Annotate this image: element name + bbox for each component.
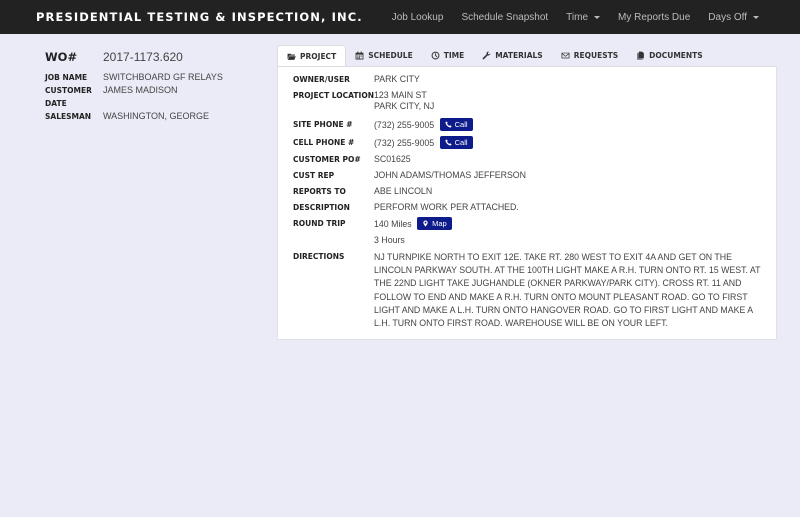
nav-time-label: Time	[566, 11, 589, 23]
calendar-icon	[355, 51, 364, 60]
nav-my-reports-due-label: My Reports Due	[618, 11, 691, 23]
reports-to-value: ABE LINCOLN	[374, 186, 433, 196]
cell-phone-value: (732) 255-9005	[374, 137, 435, 148]
site-phone-label: SITE PHONE #	[293, 120, 353, 129]
cust-rep-value: JOHN ADAMS/THOMAS JEFFERSON	[374, 170, 527, 180]
row-cust-rep: CUST REP JOHN ADAMS/THOMAS JEFFERSON	[293, 170, 766, 181]
detail-tabs: PROJECT SCHEDULE TIME MATERIALS REQUESTS…	[277, 45, 712, 66]
salesman-label: SALESMAN	[45, 112, 92, 121]
job-name-value: SWITCHBOARD GF RELAYS	[103, 72, 223, 82]
salesman-value: WASHINGTON, GEORGE	[103, 111, 210, 121]
map-button[interactable]: Map	[417, 217, 452, 230]
row-round-trip: ROUND TRIP 140 Miles Map	[293, 217, 766, 231]
clock-icon	[431, 51, 440, 60]
cell-phone-value-wrap: (732) 255-9005 Call	[374, 136, 766, 150]
round-trip-hours-spacer	[293, 235, 374, 246]
tab-materials[interactable]: MATERIALS	[473, 45, 551, 66]
nav-days-off-label: Days Off	[708, 11, 747, 23]
job-name-label: JOB NAME	[45, 73, 88, 82]
wo-label: WO#	[45, 50, 78, 64]
reports-to-label: REPORTS TO	[293, 187, 346, 196]
tab-schedule[interactable]: SCHEDULE	[346, 45, 422, 66]
wo-number-row: WO# 2017-1173.620	[45, 50, 265, 64]
summary-row-job-name: JOB NAME SWITCHBOARD GF RELAYS	[45, 71, 265, 84]
round-trip-value-wrap: 140 Miles Map	[374, 217, 766, 231]
phone-icon	[445, 139, 452, 146]
nav-my-reports-due[interactable]: My Reports Due	[609, 12, 699, 23]
row-description: DESCRIPTION PERFORM WORK PER ATTACHED.	[293, 202, 766, 213]
customer-po-value: SC01625	[374, 154, 411, 164]
nav-time-dropdown[interactable]: Time	[557, 12, 609, 23]
summary-row-date: DATE	[45, 97, 265, 110]
row-reports-to: REPORTS TO ABE LINCOLN	[293, 186, 766, 197]
round-trip-label: ROUND TRIP	[293, 219, 346, 228]
row-customer-po: CUSTOMER PO# SC01625	[293, 154, 766, 165]
location-city: PARK CITY, NJ	[374, 101, 435, 111]
row-site-phone: SITE PHONE # (732) 255-9005 Call	[293, 118, 766, 132]
site-phone-call-button[interactable]: Call	[439, 118, 473, 131]
nav-days-off-dropdown[interactable]: Days Off	[699, 12, 768, 23]
owner-value: PARK CITY	[374, 74, 420, 84]
wo-number: 2017-1173.620	[103, 50, 183, 64]
cell-phone-label: CELL PHONE #	[293, 138, 355, 147]
map-marker-icon	[423, 220, 428, 227]
project-location-label: PROJECT LOCATION	[293, 91, 374, 100]
description-value: PERFORM WORK PER ATTACHED.	[374, 202, 519, 212]
caret-down-icon	[594, 15, 601, 19]
row-round-trip-hours: 3 Hours	[293, 235, 766, 246]
tab-time-label: TIME	[443, 51, 465, 60]
owner-label: OWNER/USER	[293, 75, 350, 84]
summary-row-customer: CUSTOMER JAMES MADISON	[45, 84, 265, 97]
tab-time[interactable]: TIME	[422, 45, 474, 66]
round-trip-hours: 3 Hours	[374, 235, 405, 245]
phone-icon	[445, 121, 452, 128]
work-order-summary: WO# 2017-1173.620 JOB NAME SWITCHBOARD G…	[45, 50, 265, 123]
tab-project[interactable]: PROJECT	[277, 45, 347, 66]
directions-label: DIRECTIONS	[293, 252, 345, 261]
site-phone-value-wrap: (732) 255-9005 Call	[374, 118, 766, 132]
map-label: Map	[432, 219, 447, 228]
tab-schedule-label: SCHEDULE	[368, 51, 413, 60]
cell-phone-call-button[interactable]: Call	[439, 136, 473, 149]
customer-value: JAMES MADISON	[103, 85, 178, 95]
project-location-value: 123 MAIN ST PARK CITY, NJ	[374, 90, 766, 112]
wrench-icon	[482, 51, 491, 60]
cust-rep-label: CUST REP	[293, 171, 335, 180]
caret-down-icon	[753, 15, 759, 19]
tab-requests-label: REQUESTS	[573, 51, 619, 60]
brand-logo[interactable]: PRESIDENTIAL TESTING & INSPECTION, INC.	[36, 10, 363, 24]
row-owner: OWNER/USER PARK CITY	[293, 74, 766, 85]
directions-value: NJ TURNPIKE NORTH TO EXIT 12E. TAKE RT. …	[374, 252, 761, 329]
call-label: Call	[454, 138, 468, 147]
row-project-location: PROJECT LOCATION 123 MAIN ST PARK CITY, …	[293, 90, 766, 112]
call-label: Call	[454, 120, 468, 129]
site-phone-value: (732) 255-9005	[374, 119, 435, 130]
round-trip-miles: 140 Miles	[374, 218, 412, 229]
location-street: 123 MAIN ST	[374, 90, 427, 100]
summary-row-salesman: SALESMAN WASHINGTON, GEORGE	[45, 110, 265, 123]
top-navbar: PRESIDENTIAL TESTING & INSPECTION, INC. …	[0, 0, 800, 34]
tab-requests[interactable]: REQUESTS	[552, 45, 627, 66]
nav-job-lookup-label: Job Lookup	[391, 11, 444, 23]
nav-schedule-snapshot[interactable]: Schedule Snapshot	[452, 12, 557, 23]
row-cell-phone: CELL PHONE # (732) 255-9005 Call	[293, 136, 766, 150]
tab-materials-label: MATERIALS	[495, 51, 543, 60]
folder-open-icon	[287, 53, 296, 60]
envelope-icon	[561, 52, 570, 59]
customer-label: CUSTOMER	[45, 86, 92, 95]
tab-documents[interactable]: DOCUMENTS	[627, 45, 712, 66]
tab-project-label: PROJECT	[300, 51, 337, 61]
project-panel: OWNER/USER PARK CITY PROJECT LOCATION 12…	[277, 66, 777, 340]
row-directions: DIRECTIONS NJ TURNPIKE NORTH TO EXIT 12E…	[293, 251, 766, 330]
tab-documents-label: DOCUMENTS	[649, 51, 703, 60]
date-label: DATE	[45, 99, 67, 108]
nav-job-lookup[interactable]: Job Lookup	[383, 12, 453, 23]
customer-po-label: CUSTOMER PO#	[293, 155, 361, 164]
description-label: DESCRIPTION	[293, 203, 350, 212]
nav-schedule-snapshot-label: Schedule Snapshot	[461, 11, 549, 23]
documents-icon	[637, 51, 644, 60]
